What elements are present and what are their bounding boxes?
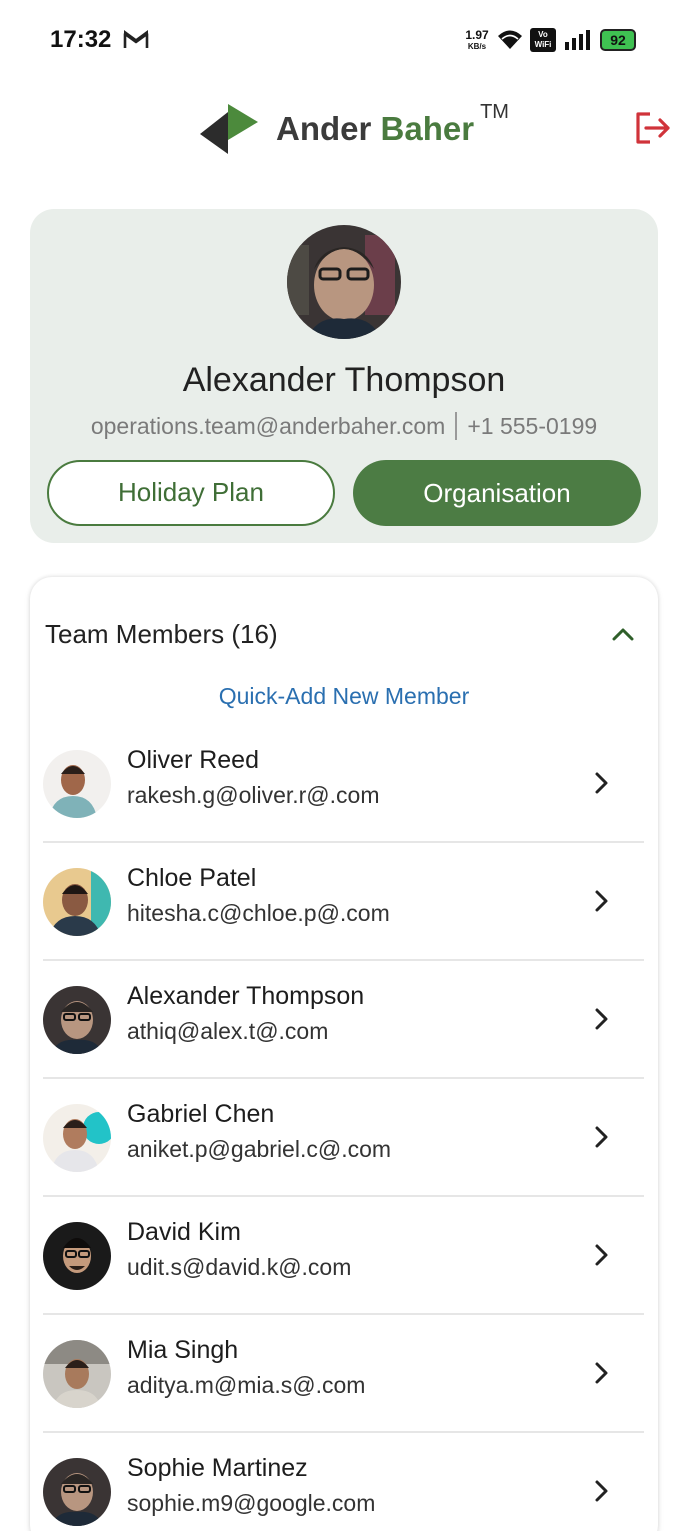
network-speed-unit: KB/s <box>467 42 487 51</box>
vowifi-label-bottom: WiFi <box>534 40 552 49</box>
member-name: David Kim <box>127 1218 241 1246</box>
organisation-button[interactable]: Organisation <box>353 460 641 526</box>
chevron-up-icon[interactable] <box>610 625 636 643</box>
chevron-right-icon <box>595 890 608 912</box>
profile-card: Alexander Thompson operations.team@ander… <box>30 209 658 543</box>
profile-avatar <box>287 225 401 339</box>
network-speed: 1.97 KB/s <box>460 28 494 52</box>
member-avatar <box>43 868 111 936</box>
chevron-right-icon <box>595 1480 608 1502</box>
chevron-right-icon <box>595 1362 608 1384</box>
status-bar: 17:32 1.97 KB/s Vo WiFi 92 <box>0 0 688 80</box>
quick-add-member-link[interactable]: Quick-Add New Member <box>30 683 658 710</box>
member-avatar <box>43 1104 111 1172</box>
trademark-symbol: TM <box>480 101 509 123</box>
member-row[interactable]: Sophie Martinez sophie.m9@google.com <box>43 1433 644 1531</box>
member-list: Oliver Reed rakesh.g@oliver.r@.com Chloe… <box>43 725 644 1531</box>
member-avatar <box>43 986 111 1054</box>
chevron-right-icon <box>595 1126 608 1148</box>
member-row[interactable]: Mia Singh aditya.m@mia.s@.com <box>43 1315 644 1433</box>
member-email: hitesha.c@chloe.p@.com <box>127 900 390 926</box>
battery-level: 92 <box>610 32 626 48</box>
contact-divider <box>455 411 458 440</box>
member-email: rakesh.g@oliver.r@.com <box>127 782 380 808</box>
member-row[interactable]: Chloe Patel hitesha.c@chloe.p@.com <box>43 843 644 961</box>
vowifi-label-top: Vo <box>538 30 548 39</box>
chevron-right-icon <box>595 772 608 794</box>
member-name: Gabriel Chen <box>127 1100 275 1128</box>
member-email: sophie.m9@google.com <box>127 1490 376 1516</box>
profile-phone: +1 555-0199 <box>467 413 598 439</box>
member-email: aditya.m@mia.s@.com <box>127 1372 366 1398</box>
app-header: Ander Baher TM <box>0 80 688 190</box>
member-email: aniket.p@gabriel.c@.com <box>127 1136 392 1162</box>
member-row[interactable]: Alexander Thompson athiq@alex.t@.com <box>43 961 644 1079</box>
wifi-icon <box>498 30 522 49</box>
signal-bars-icon <box>565 30 590 50</box>
brand-name-second: Baher <box>380 110 475 147</box>
member-row[interactable]: David Kim udit.s@david.k@.com <box>43 1197 644 1315</box>
network-speed-value: 1.97 <box>465 28 489 42</box>
member-avatar <box>43 1222 111 1290</box>
vowifi-icon: Vo WiFi <box>530 28 556 52</box>
profile-email: operations.team@anderbaher.com <box>90 413 446 439</box>
member-row[interactable]: Gabriel Chen aniket.p@gabriel.c@.com <box>43 1079 644 1197</box>
member-name: Chloe Patel <box>127 864 257 892</box>
holiday-plan-button[interactable]: Holiday Plan <box>47 460 335 526</box>
battery-icon: 92 <box>600 29 636 51</box>
member-email: athiq@alex.t@.com <box>127 1018 329 1044</box>
member-avatar <box>43 1340 111 1408</box>
logout-icon[interactable] <box>634 110 672 146</box>
brand-name-first: Ander <box>276 110 372 147</box>
member-name: Sophie Martinez <box>127 1454 308 1482</box>
chevron-right-icon <box>595 1008 608 1030</box>
gmail-icon <box>123 30 149 48</box>
chevron-right-icon <box>595 1244 608 1266</box>
member-email: udit.s@david.k@.com <box>127 1254 352 1280</box>
member-name: Oliver Reed <box>127 746 259 774</box>
team-members-title: Team Members (16) <box>45 619 278 649</box>
member-name: Alexander Thompson <box>127 982 365 1010</box>
member-row[interactable]: Oliver Reed rakesh.g@oliver.r@.com <box>43 725 644 843</box>
team-members-card: Team Members (16) Quick-Add New Member O… <box>30 577 658 1531</box>
member-name: Mia Singh <box>127 1336 239 1364</box>
brand-logo-icon <box>200 104 258 154</box>
team-members-header[interactable]: Team Members (16) <box>30 607 658 663</box>
status-time: 17:32 <box>50 26 112 53</box>
member-avatar <box>43 1458 111 1526</box>
profile-contact: operations.team@anderbaher.com +1 555-019… <box>30 411 658 442</box>
brand-name: Ander Baher TM <box>276 101 509 148</box>
member-avatar <box>43 750 111 818</box>
profile-name: Alexander Thompson <box>182 361 506 399</box>
